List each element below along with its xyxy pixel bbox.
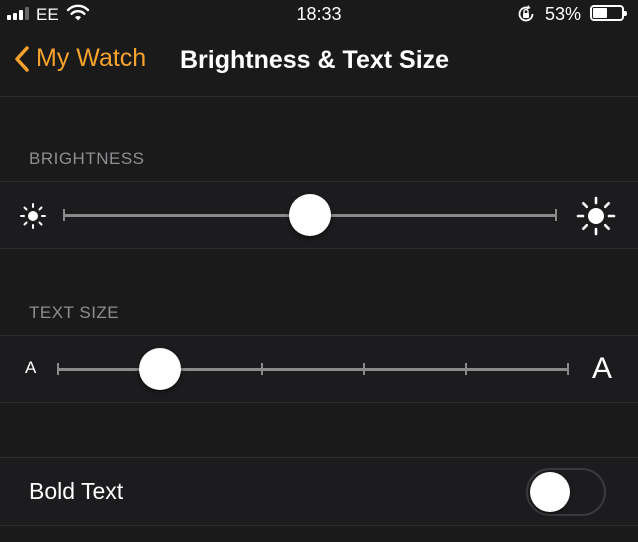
- orientation-lock-icon: [518, 5, 534, 22]
- brightness-slider-thumb[interactable]: [289, 194, 331, 236]
- text-size-tick: [57, 363, 59, 375]
- nav-divider: [0, 96, 638, 97]
- text-size-large-glyph: A: [592, 352, 613, 385]
- sun-small-icon: [20, 203, 46, 229]
- battery-level-fill: [593, 8, 607, 18]
- brightness-track-end: [555, 209, 557, 221]
- battery-icon: [590, 5, 627, 21]
- text-size-tick: [465, 363, 467, 375]
- chevron-left-icon: [15, 45, 29, 72]
- text-size-small-glyph: A: [25, 358, 37, 377]
- text-size-header: TEXT SIZE: [29, 303, 120, 322]
- brightness-row: [0, 181, 638, 249]
- status-bar: EE 18:33 53%: [0, 0, 638, 28]
- text-size-slider-track[interactable]: [58, 368, 568, 371]
- text-size-slider-thumb[interactable]: [139, 348, 181, 390]
- page-title: Brightness & Text Size: [180, 46, 450, 74]
- navigation-bar: My Watch Brightness & Text Size: [0, 28, 638, 96]
- brightness-header: BRIGHTNESS: [29, 149, 145, 168]
- bold-text-label: Bold Text: [29, 478, 124, 504]
- text-size-tick: [363, 363, 365, 375]
- text-size-tick: [261, 363, 263, 375]
- text-size-tick: [567, 363, 569, 375]
- bold-text-toggle[interactable]: [526, 468, 606, 516]
- sun-large-icon: [576, 196, 616, 236]
- back-button-label: My Watch: [36, 44, 147, 72]
- back-button[interactable]: My Watch: [14, 44, 146, 73]
- battery-percent: 53%: [545, 4, 582, 24]
- text-size-row: A A: [0, 335, 638, 403]
- bold-text-toggle-knob: [530, 472, 570, 512]
- bold-text-row: Bold Text: [0, 457, 638, 526]
- clock: 18:33: [296, 4, 342, 24]
